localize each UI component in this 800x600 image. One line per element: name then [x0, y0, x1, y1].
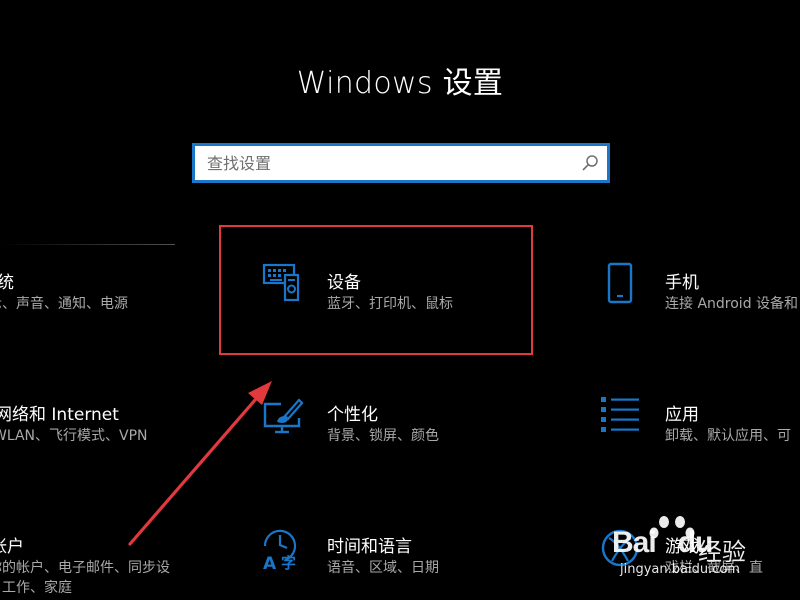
tile-system-desc: 示、声音、通知、电源: [0, 296, 128, 312]
tile-personalization-desc: 背景、锁屏、颜色: [327, 428, 439, 444]
tile-accounts[interactable]: 帐户 你的帐户、电子邮件、同步设 、工作、家庭: [0, 524, 190, 600]
time-language-icon: A 字: [263, 529, 297, 570]
search-input[interactable]: [195, 146, 577, 180]
tile-time-language[interactable]: A 字 时间和语言 语音、区域、日期: [255, 520, 525, 590]
tile-network[interactable]: 网络和 Internet WLAN、飞行模式、VPN: [0, 392, 195, 452]
paintbrush-icon: [263, 398, 304, 434]
tile-accounts-desc: 你的帐户、电子邮件、同步设: [0, 560, 170, 576]
tile-apps-desc: 卸载、默认应用、可: [665, 428, 791, 444]
apps-list-icon: [601, 397, 639, 432]
tile-system[interactable]: 系统 示、声音、通知、电源: [0, 262, 180, 322]
search-box[interactable]: [192, 143, 610, 183]
row-divider: [0, 244, 175, 245]
tile-apps[interactable]: 应用 卸载、默认应用、可: [600, 388, 800, 458]
tile-time-language-desc: 语音、区域、日期: [327, 560, 439, 576]
tile-personalization[interactable]: 个性化 背景、锁屏、颜色: [255, 388, 525, 458]
tile-accounts-name: 帐户: [0, 537, 24, 557]
watermark-url: jingyan.baidu.com: [620, 562, 740, 577]
phone-icon: [607, 262, 633, 304]
baidu-watermark: Bai du 经验 jingyan.baidu.com: [598, 512, 800, 600]
svg-text:A: A: [263, 554, 277, 570]
tile-network-name: 网络和 Internet: [0, 405, 119, 425]
tile-system-name: 系统: [0, 273, 14, 293]
page-title: Windows 设置: [296, 66, 504, 101]
tile-phone-desc: 连接 Android 设备和: [665, 296, 799, 312]
highlight-box: [219, 225, 533, 355]
tile-personalization-name: 个性化: [327, 405, 378, 425]
search-icon[interactable]: [581, 154, 599, 172]
tile-time-language-name: 时间和语言: [327, 537, 412, 557]
svg-text:字: 字: [281, 554, 296, 570]
tile-phone[interactable]: 手机 连接 Android 设备和: [600, 255, 800, 325]
tile-apps-name: 应用: [665, 405, 699, 425]
tile-phone-name: 手机: [665, 273, 699, 293]
tile-accounts-desc2: 、工作、家庭: [0, 580, 72, 596]
settings-window: Windows 设置 系统 示、声音、通知、电源 设备 蓝牙、打印机、鼠标: [0, 0, 800, 600]
tile-network-desc: WLAN、飞行模式、VPN: [0, 428, 148, 444]
